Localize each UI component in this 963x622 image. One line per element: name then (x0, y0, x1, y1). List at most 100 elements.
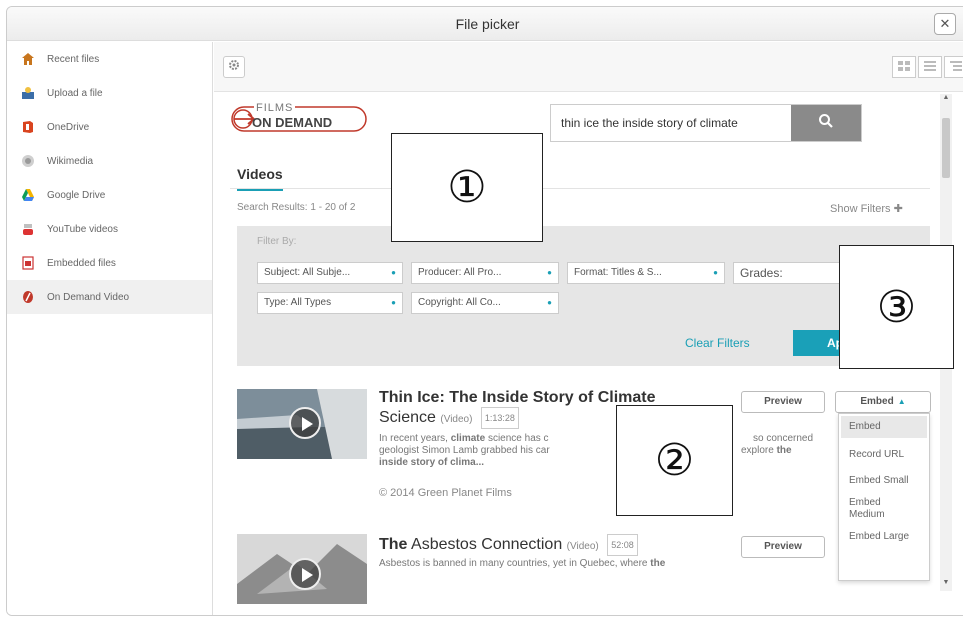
sidebar-item-google-drive[interactable]: Google Drive (7, 178, 212, 212)
scroll-thumb[interactable] (942, 118, 950, 178)
search-icon (818, 113, 834, 134)
desc-text: geologist Simon Lamb grabbed his car (379, 445, 550, 456)
annotation-3: ③ (839, 245, 954, 369)
results-count: Search Results: 1 - 20 of 2 (237, 202, 356, 213)
sidebar-item-label: YouTube videos (47, 223, 118, 235)
on-demand-video-icon (21, 290, 35, 304)
filter-panel: Filter By: Subject: All Subje... ● Produc… (237, 226, 930, 366)
result-copyright: © 2014 Green Planet Films (379, 487, 512, 499)
sidebar-item-label: Recent files (47, 53, 100, 65)
settings-button[interactable] (223, 56, 245, 78)
sidebar-item-recent-files[interactable]: Recent files (7, 42, 212, 76)
view-switcher (890, 56, 963, 78)
annotation-2: ② (616, 405, 733, 516)
sidebar-item-label: Embedded files (47, 257, 116, 269)
preview-button[interactable]: Preview (741, 391, 825, 413)
video-thumbnail[interactable] (237, 534, 367, 604)
clear-filters-link[interactable]: Clear Filters (685, 336, 750, 350)
desc-text: Asbestos is banned in many countries, ye… (379, 558, 651, 569)
tree-icon (950, 58, 962, 76)
picker-toolbar (214, 42, 963, 92)
play-icon[interactable] (289, 407, 321, 439)
embed-menu-item[interactable]: Embed (841, 416, 927, 438)
result-item: Thin Ice: The Inside Story of Climate Sc… (237, 389, 937, 581)
result-title-rest: Asbestos Connection (407, 536, 563, 554)
sidebar-item-embedded-files[interactable]: Embedded files (7, 246, 212, 280)
format-filter-label: Format: Titles & S... (574, 267, 662, 278)
sidebar-item-upload[interactable]: Upload a file (7, 76, 212, 110)
scroll-up-arrow-icon[interactable]: ▲ (940, 94, 952, 106)
desc-highlight: the (650, 558, 666, 569)
dialog-title: File picker (455, 16, 520, 32)
search-input[interactable] (551, 105, 801, 141)
duration-badge: 52:08 (607, 534, 638, 556)
embed-menu-item[interactable]: Record URL (841, 444, 927, 466)
sidebar-item-label: Google Drive (47, 189, 106, 201)
type-filter-label: Type: All Types (264, 297, 332, 308)
desc-text: science has c (485, 433, 549, 444)
result-description: In recent years, climate science has c s… (379, 433, 819, 469)
producer-filter-label: Producer: All Pro... (418, 267, 502, 278)
embed-dropdown-button[interactable]: Embed ▲ (835, 391, 931, 413)
gear-icon (228, 58, 240, 76)
sidebar-item-on-demand-video[interactable]: On Demand Video (7, 280, 212, 314)
result-title-bold: Thin Ice (379, 389, 440, 406)
subject-filter-label: Subject: All Subje... (264, 267, 351, 278)
type-filter[interactable]: Type: All Types ● (257, 292, 403, 314)
embed-menu-item[interactable]: Embed Small (841, 470, 927, 492)
desc-highlight: the (776, 445, 792, 456)
tab-divider (230, 188, 930, 189)
dialog-titlebar: File picker ✕ (7, 7, 963, 41)
file-picker-dialog: File picker ✕ Recent files Upload a file… (6, 6, 963, 616)
filter-by-label: Filter By: (257, 236, 297, 247)
close-button[interactable]: ✕ (934, 13, 956, 35)
embed-menu-item[interactable]: Embed Large (841, 526, 927, 548)
grades-filter-label: Grades: (740, 266, 783, 280)
sidebar-item-label: Upload a file (47, 87, 103, 99)
chevron-up-icon: ▲ (897, 397, 906, 406)
subject-filter[interactable]: Subject: All Subje... ● (257, 262, 403, 284)
recent-files-icon (21, 52, 35, 66)
annotation-1: ① (391, 133, 543, 242)
logo-text-films: FILMS (254, 102, 296, 114)
embedded-files-icon (21, 256, 35, 270)
search-button[interactable] (791, 105, 861, 141)
embed-menu-item[interactable]: Embed Medium (841, 492, 891, 526)
embed-label: Embed (860, 396, 894, 407)
sidebar-item-onedrive[interactable]: OneDrive (7, 110, 212, 144)
films-on-demand-logo: FILMS ON DEMAND (230, 100, 370, 134)
onedrive-icon (21, 120, 35, 134)
producer-filter[interactable]: Producer: All Pro... ● (411, 262, 559, 284)
upload-icon (21, 86, 35, 100)
chevron-down-icon: ● (391, 298, 396, 307)
chevron-down-icon: ● (547, 268, 552, 277)
icon-view-button[interactable] (892, 56, 916, 78)
logo-text-on-demand: ON DEMAND (252, 115, 333, 130)
scroll-down-arrow-icon[interactable]: ▼ (940, 579, 952, 591)
result-title-rest: : The Inside Story of Climate (439, 389, 656, 406)
wikimedia-icon (21, 154, 35, 168)
desc-highlight: climate (450, 433, 486, 444)
sidebar-item-wikimedia[interactable]: Wikimedia (7, 144, 212, 178)
preview-button[interactable]: Preview (741, 536, 825, 558)
sidebar-item-label: Wikimedia (47, 155, 94, 167)
tree-view-button[interactable] (944, 56, 963, 78)
list-view-button[interactable] (918, 56, 942, 78)
video-thumbnail[interactable] (237, 389, 367, 459)
result-type: (Video) (566, 541, 599, 553)
play-icon[interactable] (289, 558, 321, 590)
result-title[interactable]: The Asbestos Connection (Video) 52:08 (379, 534, 719, 556)
copyright-filter[interactable]: Copyright: All Co... ● (411, 292, 559, 314)
desc-highlight: inside story of clima... (379, 457, 485, 468)
desc-text: so concerned (753, 433, 814, 444)
format-filter[interactable]: Format: Titles & S... ● (567, 262, 725, 284)
on-demand-content: FILMS ON DEMAND Videos Search Results: 1… (230, 94, 940, 615)
sidebar-item-youtube[interactable]: YouTube videos (7, 212, 212, 246)
result-title-bold: The (379, 536, 408, 554)
embed-menu: Embed Record URL Embed Small Embed Mediu… (838, 413, 930, 581)
show-filters-link[interactable]: Show Filters ✚ (830, 202, 903, 215)
chevron-down-icon: ● (391, 268, 396, 277)
result-item: The Asbestos Connection (Video) 52:08 As… (237, 534, 937, 614)
chevron-down-icon: ● (547, 298, 552, 307)
grades-filter[interactable]: Grades: (733, 262, 843, 284)
